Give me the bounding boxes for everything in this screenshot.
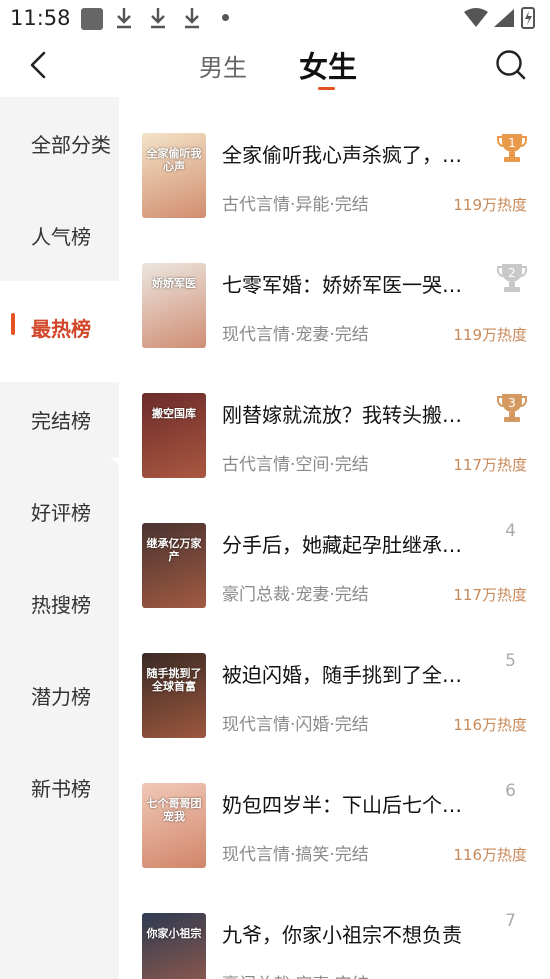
book-title[interactable]: 七零军婚：娇娇军医一哭… bbox=[222, 269, 484, 298]
top-nav: 男生 女生 bbox=[0, 40, 550, 96]
book-title[interactable]: 九爷，你家小祖宗不想负责 bbox=[222, 919, 484, 948]
book-cover-text: 搬空国库 bbox=[152, 407, 196, 420]
signal-icon bbox=[494, 9, 514, 27]
rank-number: 4 bbox=[505, 521, 516, 541]
book-row[interactable]: 搬空国库 刚替嫁就流放？我转头搬… 古代言情·空间·完结 117万热度 3 bbox=[119, 357, 550, 487]
sidebar-item-label: 最热榜 bbox=[31, 316, 91, 341]
book-tags: 豪门总裁·宠妻·完结 bbox=[222, 970, 369, 979]
sidebar-item-label: 潜力榜 bbox=[31, 684, 91, 709]
rank-number: 6 bbox=[505, 781, 516, 801]
book-heat: 119万热度 bbox=[453, 196, 527, 214]
book-row[interactable]: 你家小祖宗 九爷，你家小祖宗不想负责豪门总裁·宠妻·完结 7 bbox=[119, 877, 550, 979]
book-cover-text: 娇娇军医 bbox=[152, 277, 196, 290]
book-heat: 117万热度 bbox=[453, 586, 527, 604]
book-list: 全家偷听我心声 全家偷听我心声杀疯了，… 古代言情·异能·完结 119万热度 1 娇娇军医… bbox=[119, 97, 550, 979]
book-title[interactable]: 刚替嫁就流放？我转头搬… bbox=[222, 399, 484, 428]
active-indicator bbox=[11, 313, 15, 335]
book-tags: 现代言情·宠妻·完结 bbox=[222, 325, 369, 345]
sidebar-item-label: 人气榜 bbox=[31, 224, 91, 249]
book-cover[interactable]: 搬空国库 bbox=[142, 393, 206, 478]
sidebar-item-completed[interactable]: 完结榜 bbox=[0, 373, 119, 465]
book-cover[interactable]: 你家小祖宗 bbox=[142, 913, 206, 979]
sidebar-item-label: 热搜榜 bbox=[31, 592, 91, 617]
trophy-icon: 1 bbox=[497, 134, 527, 162]
back-arrow-icon[interactable] bbox=[26, 50, 54, 80]
book-row[interactable]: 七个哥哥团宠我 奶包四岁半：下山后七个… 现代言情·搞笑·完结 116万热度 6 bbox=[119, 747, 550, 877]
rank-number: 3 bbox=[508, 396, 516, 410]
tab-male[interactable]: 男生 bbox=[199, 48, 247, 83]
more-notifications-dot bbox=[222, 14, 229, 21]
book-row[interactable]: 随手挑到了全球首富 被迫闪婚，随手挑到了全… 现代言情·闪婚·完结 116万热度 5 bbox=[119, 617, 550, 747]
book-title[interactable]: 分手后，她藏起孕肚继承… bbox=[222, 529, 484, 558]
status-bar: 11:58 bbox=[0, 0, 550, 40]
notification-app-icon bbox=[81, 8, 103, 30]
book-cover-text: 全家偷听我心声 bbox=[146, 147, 202, 173]
book-heat: 119万热度 bbox=[453, 326, 527, 344]
tab-indicator bbox=[318, 87, 335, 90]
trophy-icon: 3 bbox=[497, 394, 527, 422]
rank-number: 2 bbox=[508, 266, 516, 280]
download-icon bbox=[185, 8, 199, 29]
book-title[interactable]: 被迫闪婚，随手挑到了全… bbox=[222, 659, 484, 688]
book-cover-text: 随手挑到了全球首富 bbox=[146, 667, 202, 693]
rank-number: 5 bbox=[505, 651, 516, 671]
book-cover[interactable]: 全家偷听我心声 bbox=[142, 133, 206, 218]
sidebar-item-new-books[interactable]: 新书榜 bbox=[0, 741, 119, 833]
book-cover[interactable]: 七个哥哥团宠我 bbox=[142, 783, 206, 868]
book-cover[interactable]: 娇娇军医 bbox=[142, 263, 206, 348]
book-tags: 豪门总裁·宠妻·完结 bbox=[222, 585, 369, 605]
search-icon[interactable] bbox=[494, 48, 528, 82]
book-row[interactable]: 全家偷听我心声 全家偷听我心声杀疯了，… 古代言情·异能·完结 119万热度 1 bbox=[119, 97, 550, 227]
book-tags: 现代言情·搞笑·完结 bbox=[222, 845, 369, 865]
book-cover-text: 你家小祖宗 bbox=[146, 927, 202, 940]
status-time: 11:58 bbox=[10, 6, 71, 30]
sidebar-item-label: 好评榜 bbox=[31, 500, 91, 525]
trophy-icon: 2 bbox=[497, 264, 527, 292]
sidebar-item-label: 全部分类 bbox=[31, 132, 111, 157]
book-cover-text: 继承亿万家产 bbox=[146, 537, 202, 563]
book-title[interactable]: 奶包四岁半：下山后七个… bbox=[222, 789, 484, 818]
sidebar-item-popularity[interactable]: 人气榜 bbox=[0, 189, 119, 281]
book-cover[interactable]: 继承亿万家产 bbox=[142, 523, 206, 608]
download-icon bbox=[151, 8, 165, 29]
wifi-icon bbox=[464, 8, 488, 27]
book-cover-text: 七个哥哥团宠我 bbox=[146, 797, 202, 823]
rank-number: 7 bbox=[505, 911, 516, 931]
book-heat: 116万热度 bbox=[453, 846, 527, 864]
sidebar-item-label: 新书榜 bbox=[31, 776, 91, 801]
book-tags: 古代言情·空间·完结 bbox=[222, 455, 369, 475]
sidebar-item-hottest[interactable]: 最热榜 bbox=[0, 281, 119, 373]
sidebar-item-top-rated[interactable]: 好评榜 bbox=[0, 465, 119, 557]
book-tags: 古代言情·异能·完结 bbox=[222, 195, 369, 215]
book-row[interactable]: 继承亿万家产 分手后，她藏起孕肚继承… 豪门总裁·宠妻·完结 117万热度 4 bbox=[119, 487, 550, 617]
sidebar-item-trending-search[interactable]: 热搜榜 bbox=[0, 557, 119, 649]
tab-female[interactable]: 女生 bbox=[299, 44, 357, 86]
category-sidebar: 全部分类 人气榜 最热榜 完结榜 好评榜 热搜榜 潜力榜 新书榜 bbox=[0, 97, 119, 979]
book-cover[interactable]: 随手挑到了全球首富 bbox=[142, 653, 206, 738]
book-heat: 117万热度 bbox=[453, 456, 527, 474]
sidebar-item-all-categories[interactable]: 全部分类 bbox=[0, 97, 119, 189]
system-status-icons bbox=[464, 7, 535, 29]
book-tags: 现代言情·闪婚·完结 bbox=[222, 715, 369, 735]
book-title[interactable]: 全家偷听我心声杀疯了，… bbox=[222, 139, 484, 168]
download-icon bbox=[117, 8, 131, 29]
book-row[interactable]: 娇娇军医 七零军婚：娇娇军医一哭… 现代言情·宠妻·完结 119万热度 2 bbox=[119, 227, 550, 357]
book-heat: 116万热度 bbox=[453, 716, 527, 734]
screen: 11:58 男生 女生 全部分类 人气榜 最热榜 完结榜 好评榜 热搜榜 潜力榜… bbox=[0, 0, 550, 979]
sidebar-item-label: 完结榜 bbox=[31, 408, 91, 433]
sidebar-item-potential[interactable]: 潜力榜 bbox=[0, 649, 119, 741]
rank-number: 1 bbox=[508, 136, 516, 150]
